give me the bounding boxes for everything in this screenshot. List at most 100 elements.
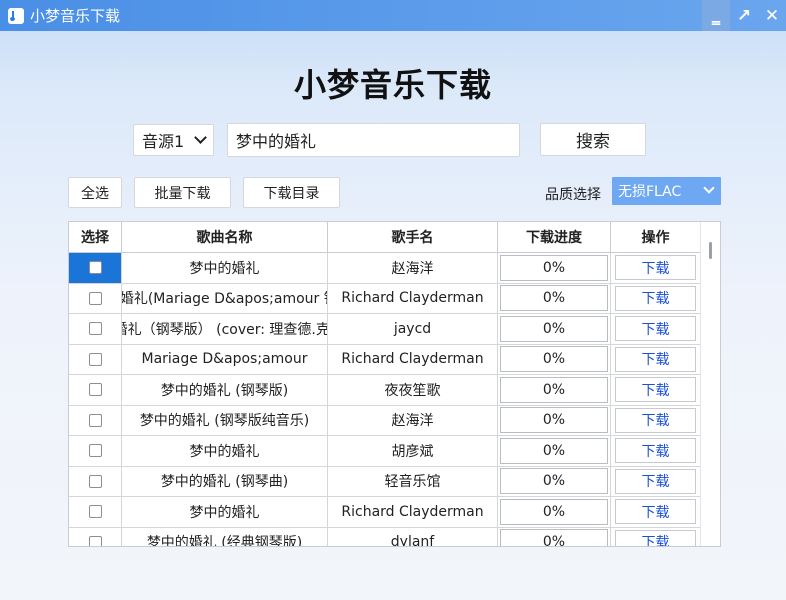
scrollbar-thumb[interactable] [709, 242, 712, 259]
batch-download-button[interactable]: 批量下载 [134, 177, 231, 208]
song-name: 梦中的婚礼 (钢琴曲) [122, 466, 328, 496]
row-select-cell[interactable] [69, 466, 122, 496]
table-row[interactable]: 梦中的婚礼 (钢琴版纯音乐) 赵海洋 0% 下载 [69, 405, 720, 436]
action-cell: 下载 [611, 375, 701, 405]
download-progress: 0% [500, 285, 608, 312]
row-checkbox[interactable] [88, 535, 102, 546]
table-row[interactable]: 梦中的婚礼(Mariage D&apos;amour 钢琴版)Richard C… [69, 283, 720, 314]
header-artist: 歌手名 [328, 222, 498, 252]
song-name: 梦中的婚礼（钢琴版） (cover: 理查德.克莱德曼) [122, 314, 328, 344]
select-all-button[interactable]: 全选 [68, 177, 122, 208]
table-row[interactable]: 梦中的婚礼 (钢琴曲) 轻音乐馆 0% 下载 [69, 466, 720, 497]
action-cell: 下载 [611, 314, 701, 344]
progress-cell: 0% [498, 436, 611, 466]
row-select-cell[interactable] [69, 344, 122, 374]
chevron-down-icon [703, 182, 715, 194]
artist-name: Richard Clayderman [328, 344, 498, 374]
row-checkbox[interactable] [88, 261, 102, 275]
progress-cell: 0% [498, 314, 611, 344]
maximize-button[interactable]: ↗ [730, 0, 758, 31]
source-select[interactable]: 音源1 [133, 124, 214, 156]
table-row[interactable]: 梦中的婚礼 胡彦斌 0% 下载 [69, 436, 720, 467]
row-checkbox[interactable] [88, 444, 102, 458]
header-song-name: 歌曲名称 [122, 222, 328, 252]
song-name: 梦中的婚礼 (钢琴版) [122, 375, 328, 405]
action-cell: 下载 [611, 283, 701, 313]
row-select-cell[interactable] [69, 375, 122, 405]
download-button[interactable]: 下载 [615, 255, 696, 281]
download-button[interactable]: 下载 [615, 407, 696, 433]
action-cell: 下载 [611, 405, 701, 435]
row-select-cell[interactable] [69, 436, 122, 466]
artist-name: Richard Clayderman [328, 283, 498, 313]
quality-select[interactable]: 无损FLAC [612, 177, 721, 205]
row-select-cell[interactable] [69, 497, 122, 527]
title-bar: 小梦音乐下载 ‗ ↗ ✕ [0, 0, 786, 31]
download-button[interactable]: 下载 [615, 377, 696, 403]
row-checkbox[interactable] [88, 322, 102, 336]
download-button[interactable]: 下载 [615, 438, 696, 464]
table-row[interactable]: 梦中的婚礼 Richard Clayderman 0% 下载 [69, 497, 720, 528]
row-select-cell[interactable] [69, 314, 122, 344]
progress-cell: 0% [498, 405, 611, 435]
window-controls: ‗ ↗ ✕ [702, 0, 786, 31]
row-checkbox[interactable] [88, 383, 102, 397]
progress-cell: 0% [498, 466, 611, 496]
table-row[interactable]: 梦中的婚礼 (经典钢琴版) dylanf 0% 下载 [69, 527, 720, 546]
artist-name: jaycd [328, 314, 498, 344]
row-select-cell[interactable] [69, 283, 122, 313]
search-button[interactable]: 搜索 [540, 123, 646, 156]
quality-label: 品质选择 [545, 187, 601, 203]
artist-name: 赵海洋 [328, 405, 498, 435]
page-title: 小梦音乐下载 [293, 66, 492, 104]
table-row[interactable]: Mariage D&apos;amour Richard Clayderman 0%… [69, 344, 720, 375]
download-progress: 0% [500, 498, 608, 525]
quality-select-value: 无损FLAC [618, 184, 682, 200]
song-table: 选择 歌曲名称 歌手名 下载进度 操作 梦中的婚礼赵海洋0%下载梦中的婚礼(Ma… [68, 221, 721, 547]
minimize-button[interactable]: ‗ [702, 0, 730, 31]
action-cell: 下载 [611, 344, 701, 374]
header-select: 选择 [69, 222, 122, 252]
row-checkbox[interactable] [88, 474, 102, 488]
row-checkbox[interactable] [88, 413, 102, 427]
row-select-cell[interactable] [69, 253, 122, 283]
close-button[interactable]: ✕ [758, 0, 786, 31]
download-button[interactable]: 下载 [615, 499, 696, 525]
header-progress: 下载进度 [498, 222, 611, 252]
table-row[interactable]: 梦中的婚礼（钢琴版） (cover: 理查德.克莱德曼)jaycd0% 下载 [69, 314, 720, 345]
action-cell: 下载 [611, 436, 701, 466]
row-select-cell[interactable] [69, 405, 122, 435]
download-progress: 0% [500, 437, 608, 464]
download-progress: 0% [500, 315, 608, 342]
progress-cell: 0% [498, 497, 611, 527]
table-scrollbar[interactable] [700, 222, 720, 546]
download-button[interactable]: 下载 [615, 346, 696, 372]
row-checkbox[interactable] [88, 291, 102, 305]
progress-cell: 0% [498, 527, 611, 546]
artist-name: dylanf [328, 527, 498, 546]
row-checkbox[interactable] [88, 352, 102, 366]
progress-cell: 0% [498, 253, 611, 283]
artist-name: 赵海洋 [328, 253, 498, 283]
song-name: 梦中的婚礼 [122, 497, 328, 527]
download-button[interactable]: 下载 [615, 468, 696, 494]
song-name: 梦中的婚礼 (钢琴版纯音乐) [122, 405, 328, 435]
source-select-value: 音源1 [142, 132, 185, 151]
action-cell: 下载 [611, 253, 701, 283]
download-button[interactable]: 下载 [615, 316, 696, 342]
artist-name: 胡彦斌 [328, 436, 498, 466]
row-select-cell[interactable] [69, 527, 122, 546]
download-button[interactable]: 下载 [615, 529, 696, 546]
download-progress: 0% [500, 407, 608, 434]
progress-cell: 0% [498, 375, 611, 405]
search-input[interactable] [227, 123, 520, 157]
action-cell: 下载 [611, 527, 701, 546]
row-checkbox[interactable] [88, 505, 102, 519]
download-progress: 0% [500, 468, 608, 495]
download-directory-button[interactable]: 下载目录 [243, 177, 340, 208]
table-row[interactable]: 梦中的婚礼 赵海洋 0% 下载 [69, 253, 720, 284]
download-progress: 0% [500, 254, 608, 281]
table-row[interactable]: 梦中的婚礼 (钢琴版) 夜夜笙歌 0% 下载 [69, 375, 720, 406]
download-button[interactable]: 下载 [615, 285, 696, 311]
chevron-down-icon [194, 131, 207, 144]
